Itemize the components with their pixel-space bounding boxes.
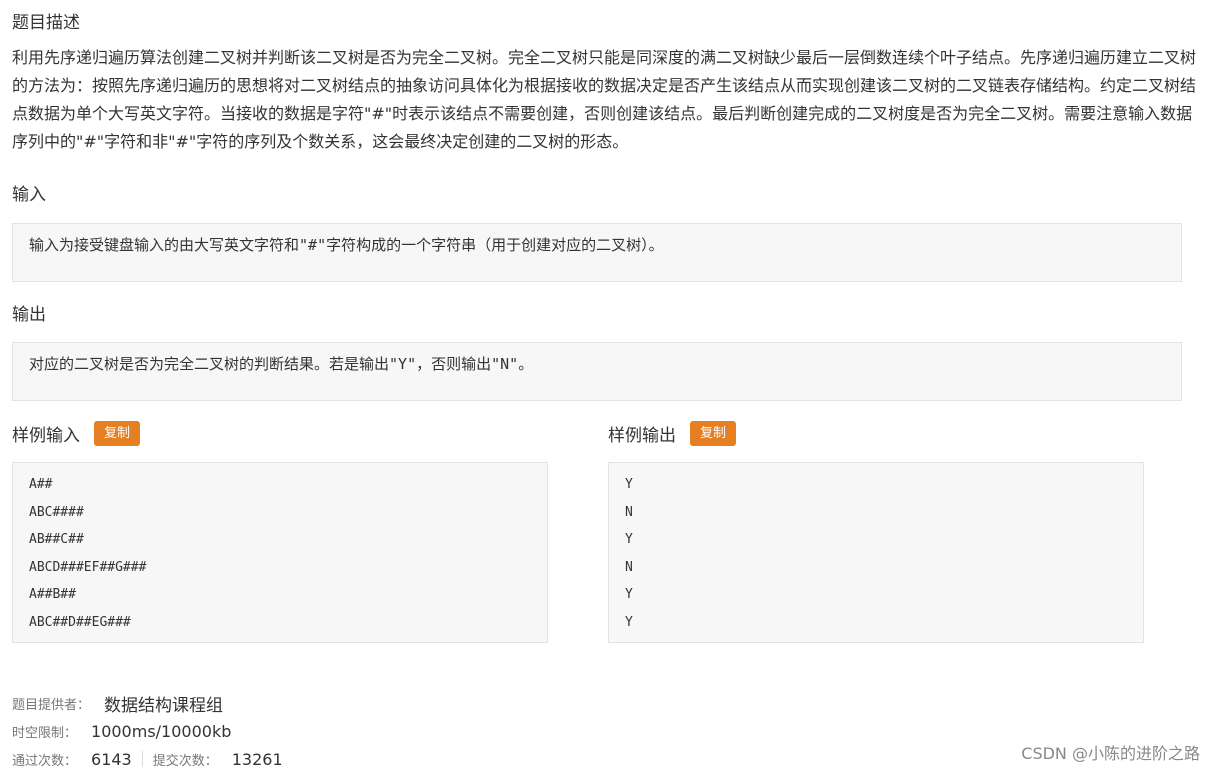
copy-sample-input-button[interactable]: 复制 [94, 420, 141, 446]
input-description: 输入为接受键盘输入的由大写英文字符和"#"字符构成的一个字符串（用于创建对应的二… [29, 236, 664, 254]
sample-output-line: Y [625, 614, 633, 630]
sample-output-line: N [625, 559, 633, 575]
sample-input-line: ABCD###EF##G### [29, 559, 147, 575]
sample-input-line: A##B## [29, 587, 76, 602]
output-description-box: 对应的二叉树是否为完全二叉树的判断结果。若是输出"Y"，否则输出"N"。 [12, 342, 1182, 401]
sample-output-line: N [625, 504, 633, 520]
sample-output-box: Y N Y N Y Y [608, 462, 1144, 643]
submit-count-label: 提交次数： [152, 753, 218, 769]
limit-value: 1000ms/10000kb [91, 721, 232, 741]
problem-page: 题目描述 利用先序递归遍历算法创建二叉树并判断该二叉树是否为完全二叉树。完全二叉… [0, 0, 1214, 771]
sample-input-line: A## [29, 477, 53, 492]
sample-input-label: 样例输入 [12, 425, 80, 446]
sample-output-line: Y [625, 477, 633, 492]
sample-output-line: Y [625, 532, 633, 547]
sample-input-box: A## ABC#### AB##C## ABCD###EF##G### A##B… [12, 462, 548, 643]
sample-output-label: 样例输出 [608, 425, 676, 446]
limit-label: 时空限制： [12, 725, 78, 741]
output-description: 对应的二叉树是否为完全二叉树的判断结果。若是输出"Y"，否则输出"N"。 [29, 355, 534, 373]
sample-input-line: ABC##D##EG### [29, 614, 131, 630]
output-title: 输出 [12, 305, 46, 325]
csdn-watermark: CSDN @小陈的进阶之路 [1021, 744, 1200, 763]
input-description-box: 输入为接受键盘输入的由大写英文字符和"#"字符构成的一个字符串（用于创建对应的二… [12, 223, 1182, 282]
problem-description: 利用先序递归遍历算法创建二叉树并判断该二叉树是否为完全二叉树。完全二叉树只能是同… [12, 48, 1197, 151]
input-title: 输入 [12, 185, 46, 205]
provider-row: 题目提供者： 数据结构课程组 [12, 692, 224, 716]
sample-output-header: 样例输出 复制 [608, 420, 737, 446]
stats-divider [141, 751, 143, 767]
provider-label: 题目提供者： [12, 697, 91, 713]
provider-value: 数据结构课程组 [104, 695, 224, 716]
limit-row: 时空限制： 1000ms/10000kb [12, 720, 231, 742]
sample-input-header: 样例输入 复制 [12, 420, 141, 446]
sample-input-line: AB##C## [29, 532, 84, 547]
sample-output-line: Y [625, 587, 633, 602]
pass-count-label: 通过次数： [12, 753, 78, 769]
sample-input-line: ABC#### [29, 504, 84, 520]
pass-count-value: 6143 [91, 749, 132, 769]
stats-row: 通过次数： 6143 提交次数： 13261 [12, 748, 283, 770]
copy-sample-output-button[interactable]: 复制 [690, 420, 737, 446]
description-title: 题目描述 [12, 13, 80, 33]
submit-count-value: 13261 [231, 749, 283, 769]
